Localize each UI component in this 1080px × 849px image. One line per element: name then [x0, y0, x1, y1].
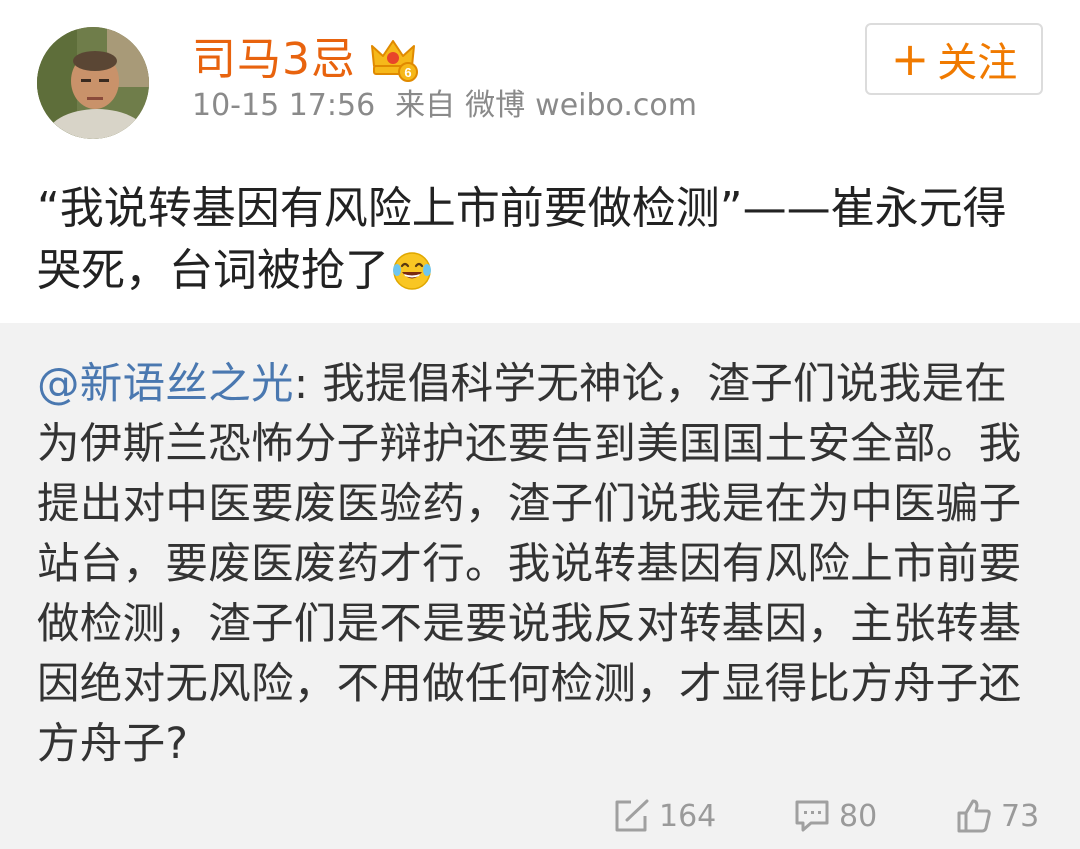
- repost-icon: [615, 799, 649, 832]
- comment-action[interactable]: 80: [793, 788, 877, 844]
- crown-vip-badge-icon[interactable]: 6: [368, 36, 418, 84]
- post-body: “我说转基因有风险上市前要做检测”——崔永元得哭死，台词被抢了: [37, 178, 1047, 302]
- repost-count: 164: [659, 798, 717, 834]
- repost-action[interactable]: 164: [613, 788, 716, 844]
- repost-body: @新语丝之光: 我提倡科学无神论，渣子们说我是在为伊斯兰恐怖分子辩护还要告到美国…: [37, 355, 1047, 775]
- source-app[interactable]: 微博: [465, 86, 525, 126]
- like-count: 73: [1001, 798, 1040, 834]
- follow-button-label: 关注: [937, 40, 1018, 86]
- post-meta: 10-15 17:56 来自 微博 weibo.com: [192, 86, 697, 126]
- follow-button[interactable]: + 关注: [865, 23, 1043, 95]
- plus-icon: +: [890, 32, 930, 86]
- avatar-photo-icon: [37, 27, 149, 139]
- vip-level-text: 6: [404, 65, 411, 80]
- avatar[interactable]: [37, 27, 149, 139]
- source-domain[interactable]: weibo.com: [535, 86, 697, 126]
- reposted-content[interactable]: @新语丝之光: 我提倡科学无神论，渣子们说我是在为伊斯兰恐怖分子辩护还要告到美国…: [0, 323, 1080, 849]
- like-action[interactable]: 73: [955, 788, 1039, 844]
- post-timestamp: 10-15 17:56: [192, 88, 376, 123]
- username[interactable]: 司马3忌: [192, 30, 356, 90]
- weibo-post-card: 司马3忌 6 10-15 17:56 来自 微博 weibo.com + 关注 “我说…: [0, 0, 1080, 849]
- post-header: 司马3忌 6 10-15 17:56 来自 微博 weibo.com + 关注: [0, 0, 1080, 150]
- source-prefix: 来自: [395, 88, 456, 123]
- repost-text: : 我提倡科学无神论，渣子们说我是在为伊斯兰恐怖分子辩护还要告到美国国土安全部。…: [37, 360, 1022, 769]
- username-row: 司马3忌 6: [192, 30, 418, 90]
- thumbs-up-icon: [957, 799, 991, 833]
- laughing-tears-emoji: [393, 252, 431, 290]
- post-text: “我说转基因有风险上市前要做检测”——崔永元得哭死，台词被抢了: [37, 183, 1007, 296]
- comment-count: 80: [839, 798, 878, 834]
- comment-icon: [795, 800, 829, 832]
- mention-link[interactable]: @新语丝之光: [37, 360, 294, 409]
